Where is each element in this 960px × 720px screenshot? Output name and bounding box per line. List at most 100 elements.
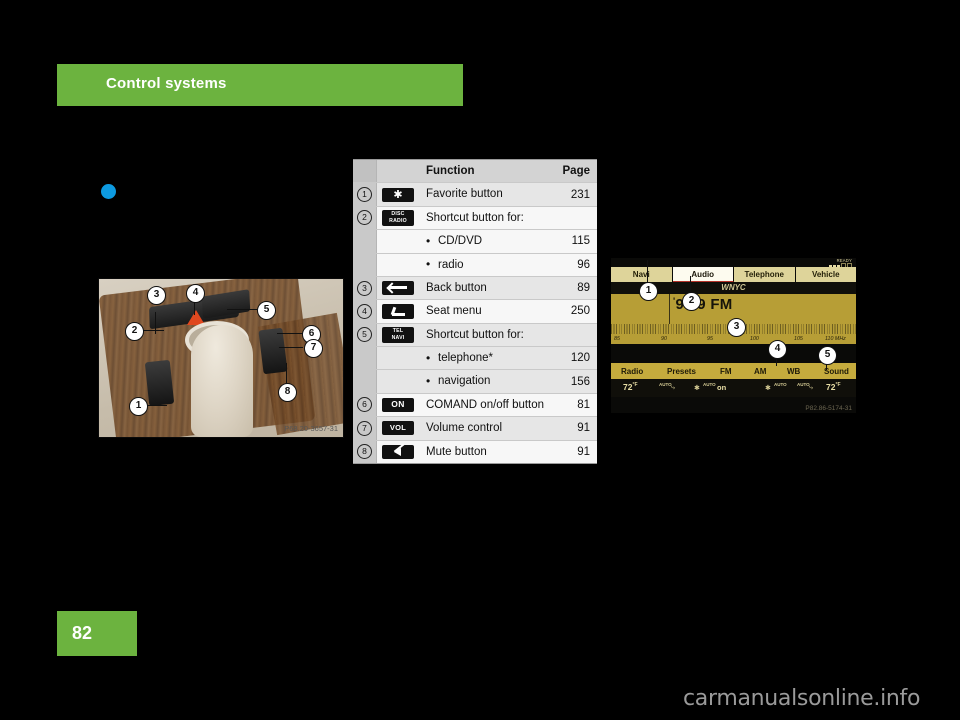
- row-icon-cell: ON: [377, 394, 426, 416]
- page-title: Control systems: [106, 75, 227, 92]
- row-function-label: Volume control: [426, 422, 503, 435]
- site-watermark: carmanualsonline.info: [683, 686, 921, 711]
- temperature-left-unit: °F: [632, 382, 638, 389]
- row-number-cell: [353, 347, 377, 370]
- button-panel-lower-right: [258, 327, 288, 375]
- photo-callout-7: 7: [304, 339, 323, 358]
- row-number-cell: [353, 253, 377, 276]
- row-number-badge: 3: [357, 280, 372, 296]
- row-icon-cell: ✱: [377, 183, 426, 205]
- row-page-number: 120: [570, 352, 590, 365]
- scale-label-100: 100: [750, 335, 759, 342]
- photo-callout-4: 4: [186, 284, 205, 303]
- row-icon-cell: [377, 370, 426, 392]
- section-bullet-icon: [101, 184, 116, 199]
- tab-vehicle[interactable]: Vehicle: [796, 267, 857, 282]
- menu-item-fm[interactable]: FM: [720, 367, 732, 376]
- comand-menu-bar: Radio Presets FM AM WB Sound: [611, 363, 856, 379]
- center-console-photo: 3 4 5 2 1 6 7 8 P68.20-3657-31: [98, 278, 344, 438]
- scale-label-105: 105: [794, 335, 803, 342]
- row-number-cell: 8: [353, 440, 377, 463]
- blower-status: on: [717, 383, 727, 392]
- photo-callout-2: 2: [125, 322, 144, 341]
- row-page-number: 91: [577, 422, 590, 435]
- tab-telephone[interactable]: Telephone: [734, 267, 796, 282]
- table-row: 1 ✱ Favorite button 231: [353, 183, 597, 207]
- menu-item-am[interactable]: AM: [754, 367, 766, 376]
- row-icon-cell: DISC RADIO: [377, 207, 426, 229]
- comand-callout-2: 2: [682, 292, 701, 311]
- row-page-number: [552, 324, 597, 346]
- table-row: 7 VOL Volume control 91: [353, 417, 597, 441]
- table-row: 5 TEL NAVI Shortcut button for:: [353, 323, 597, 347]
- row-function-label: Shortcut button for:: [426, 211, 524, 224]
- header-cell-icon: [377, 160, 426, 182]
- comand-display-screenshot: READY Navi Audio Telephone Vehicle WNYC …: [610, 257, 857, 414]
- photo-callout-8: 8: [278, 383, 297, 402]
- airflow-icon-right: ⤷: [809, 384, 813, 391]
- row-function-label: Favorite button: [426, 188, 503, 201]
- chapter-header-bar: Control systems: [57, 64, 463, 106]
- leader-line-1: [147, 405, 167, 406]
- comand-callout-5: 5: [818, 346, 837, 365]
- row-number-cell: [353, 370, 377, 393]
- comand-caption: P82.86-5174-31: [805, 405, 852, 412]
- temperature-right: 72°F: [826, 382, 841, 392]
- row-page-number: 89: [577, 282, 590, 295]
- header-cell-page: Page: [562, 165, 591, 178]
- row-function-label: COMAND on/off button: [426, 398, 545, 411]
- table-row: 4 Seat menu 250: [353, 300, 597, 324]
- menu-item-sound[interactable]: Sound: [824, 367, 849, 376]
- row-page-number: 81: [577, 398, 590, 411]
- page-number: 82: [72, 623, 93, 643]
- comand-callout-3: 3: [727, 318, 746, 337]
- row-page-number: 96: [577, 258, 590, 271]
- row-function-label: Mute button: [426, 445, 487, 458]
- comand-on-icon: ON: [382, 397, 414, 412]
- row-number-badge: 7: [357, 420, 372, 436]
- menu-item-radio[interactable]: Radio: [621, 367, 643, 376]
- comand-callout-4: 4: [768, 340, 787, 359]
- table-row: radio 96: [353, 253, 597, 277]
- photo-caption: P68.20-3657-31: [284, 424, 338, 433]
- row-function-label: Back button: [426, 281, 487, 294]
- tab-audio[interactable]: Audio: [672, 267, 734, 282]
- back-arrow-icon: [382, 281, 414, 296]
- row-number-cell: 4: [353, 300, 377, 323]
- photo-callout-5: 5: [257, 301, 276, 320]
- row-number-cell: 6: [353, 393, 377, 417]
- row-page-number: 231: [570, 188, 590, 201]
- row-number-cell: 1: [353, 183, 377, 206]
- leader-line-6: [277, 333, 303, 334]
- row-icon-cell: [377, 230, 426, 252]
- seat-menu-icon: [382, 303, 414, 319]
- leader-line-4: [194, 301, 195, 315]
- row-function-label: Seat menu: [426, 305, 482, 318]
- tab-navi[interactable]: Navi: [611, 267, 673, 282]
- row-number-badge: 4: [357, 303, 372, 319]
- auto-label-mid-right: AUTO: [774, 382, 787, 387]
- scale-label-110: 110 MHz: [825, 335, 846, 342]
- table-row: navigation 156: [353, 370, 597, 394]
- menu-item-presets[interactable]: Presets: [667, 367, 696, 376]
- table-row: CD/DVD 115: [353, 230, 597, 254]
- leader-line-8: [286, 363, 287, 383]
- row-icon-cell: TEL NAVI: [377, 324, 426, 346]
- comand-leader-1: [647, 260, 648, 282]
- header-cell-number: [353, 160, 377, 183]
- tel-navi-icon-line2: NAVI: [391, 334, 405, 341]
- auto-label-right: AUTO: [797, 382, 810, 387]
- photo-callout-3: 3: [147, 286, 166, 305]
- function-reference-table: Function Page 1 ✱ Favorite button 231 2 …: [353, 159, 597, 464]
- disc-radio-icon-line2: RADIO: [389, 217, 407, 224]
- disc-radio-icon: DISC RADIO: [382, 209, 414, 226]
- row-number-cell: [353, 230, 377, 253]
- row-function-label: Shortcut button for:: [426, 328, 524, 341]
- row-number-cell: 2: [353, 206, 377, 230]
- tel-navi-icon: TEL NAVI: [382, 326, 414, 343]
- row-number-badge: 6: [357, 397, 372, 413]
- row-number-badge: 2: [357, 210, 372, 226]
- fan-icon-right: ✱: [765, 385, 771, 392]
- button-panel-lower-left: [144, 359, 175, 407]
- menu-item-wb[interactable]: WB: [787, 367, 800, 376]
